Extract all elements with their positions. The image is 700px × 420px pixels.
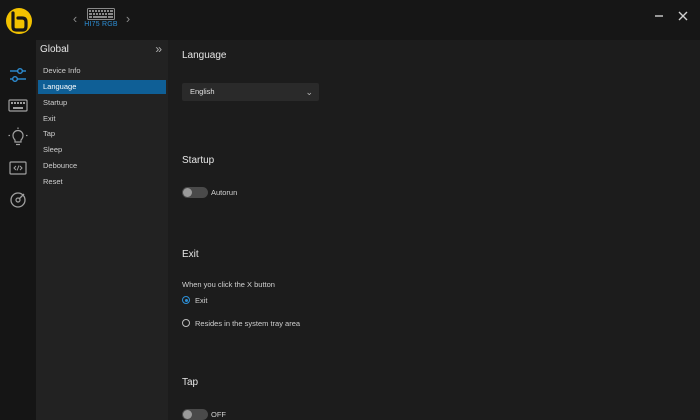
icon-sidebar	[0, 40, 36, 420]
radio-exit[interactable]	[182, 296, 190, 304]
next-device-button[interactable]: ›	[121, 9, 135, 29]
close-button[interactable]	[675, 8, 691, 24]
lighting-bulb-icon[interactable]	[7, 126, 29, 148]
minimize-icon	[655, 15, 663, 17]
radio-exit-label: Exit	[195, 296, 208, 305]
close-icon	[678, 11, 688, 21]
macro-code-icon[interactable]	[7, 157, 29, 179]
chevron-down-icon: ⌄	[305, 87, 313, 97]
minimize-button[interactable]	[651, 8, 667, 24]
exit-prompt: When you click the X button	[182, 280, 275, 289]
sidebar-item-sleep[interactable]: Sleep	[38, 143, 166, 157]
section-title-exit: Exit	[182, 249, 199, 260]
sidebar-item-debounce[interactable]: Debounce	[38, 159, 166, 173]
previous-device-button[interactable]: ‹	[68, 9, 82, 29]
app-logo-icon	[4, 6, 34, 36]
settings-sidebar: Global » Device Info Language Startup Ex…	[36, 40, 168, 420]
sidebar-title: Global	[40, 44, 69, 55]
sidebar-item-device-info[interactable]: Device Info	[38, 64, 166, 78]
settings-content: Language English ⌄ Startup Autorun Exit …	[168, 40, 700, 420]
autorun-label: Autorun	[211, 188, 238, 197]
section-title-tap: Tap	[182, 377, 199, 388]
sidebar-item-exit[interactable]: Exit	[38, 112, 166, 126]
sidebar-item-reset[interactable]: Reset	[38, 175, 166, 189]
language-select[interactable]: English ⌄	[182, 83, 319, 101]
radio-system-tray-label: Resides in the system tray area	[195, 319, 301, 328]
sidebar-item-startup[interactable]: Startup	[38, 96, 166, 110]
performance-gauge-icon[interactable]	[7, 189, 29, 211]
keyboard-icon[interactable]	[7, 94, 29, 116]
title-bar: ‹ HI75 RGB ›	[0, 0, 700, 40]
autorun-toggle[interactable]	[182, 187, 208, 198]
section-title-language: Language	[182, 50, 227, 61]
device-selector[interactable]: HI75 RGB	[84, 8, 118, 28]
settings-sliders-icon[interactable]	[7, 64, 29, 86]
radio-system-tray[interactable]	[182, 319, 190, 327]
collapse-sidebar-icon[interactable]: »	[155, 42, 162, 56]
device-name: HI75 RGB	[84, 21, 118, 28]
toggle-knob	[183, 410, 192, 419]
toggle-knob	[183, 188, 192, 197]
tap-toggle[interactable]	[182, 409, 208, 420]
language-select-value: English	[190, 87, 215, 96]
sidebar-item-language[interactable]: Language	[38, 80, 166, 94]
section-title-startup: Startup	[182, 155, 215, 166]
keyboard-icon	[87, 8, 115, 20]
tap-toggle-label: OFF	[211, 410, 226, 419]
sidebar-item-tap[interactable]: Tap	[38, 127, 166, 141]
